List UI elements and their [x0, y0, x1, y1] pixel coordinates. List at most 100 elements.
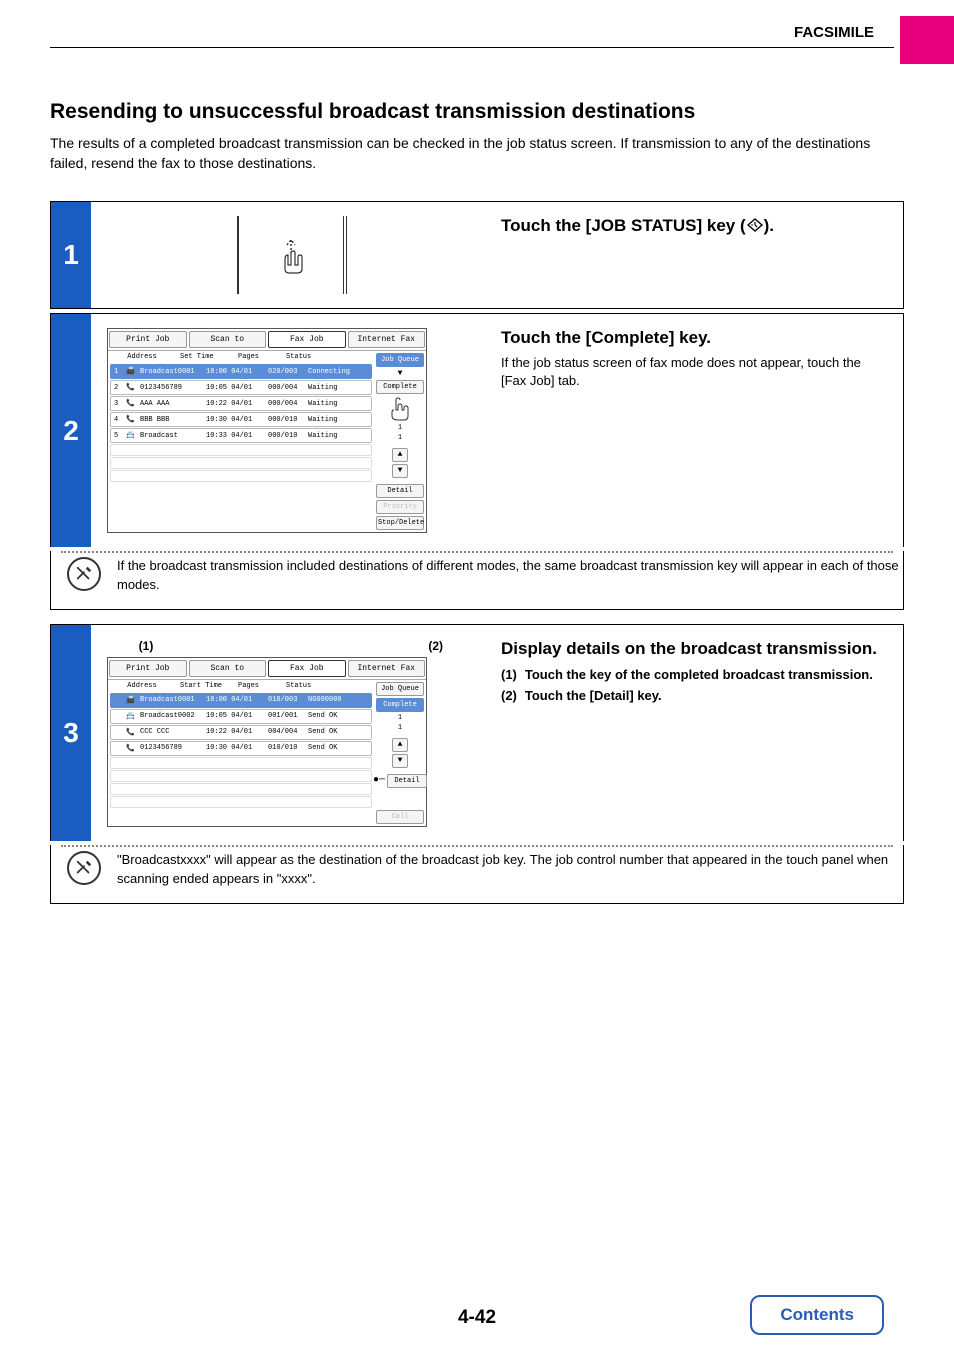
callout-2: (2) — [181, 639, 473, 653]
row-time: 10:22 04/01 — [206, 400, 264, 408]
list-row[interactable]: 3📞AAA AAA10:22 04/01000/004Waiting — [110, 396, 372, 411]
list-headers: Address Start Time Pages Status — [108, 680, 374, 692]
tab-internet-fax[interactable]: Internet Fax — [348, 660, 426, 677]
row-time: 10:22 04/01 — [206, 728, 264, 736]
job-queue-button[interactable]: Job Queue — [376, 682, 424, 696]
hand-cursor-icon — [386, 396, 414, 422]
row-time: 10:05 04/01 — [206, 712, 264, 720]
list-row[interactable]: 📠Broadcast000110:00 04/01010/003NG000000 — [110, 693, 372, 708]
call-button[interactable]: Call — [376, 810, 424, 824]
row-status: Waiting — [308, 384, 368, 392]
complete-button[interactable]: Complete — [376, 380, 424, 394]
row-address: Broadcast0001 — [140, 696, 202, 704]
step-2-number: 2 — [51, 314, 91, 547]
tab-fax-job[interactable]: Fax Job — [268, 331, 346, 348]
detail-button[interactable]: Detail — [376, 484, 424, 498]
pointer-dot-icon: ●─ — [373, 775, 385, 786]
row-status: Connecting — [308, 368, 368, 376]
row-pages: 020/003 — [268, 368, 304, 376]
row-index: 2 — [114, 384, 122, 392]
list-row-empty — [110, 457, 372, 469]
step-3-note-container: "Broadcastxxxx" will appear as the desti… — [50, 845, 904, 904]
row-index: 1 — [114, 368, 122, 376]
row-address: 0123456789 — [140, 384, 202, 392]
row-time: 10:00 04/01 — [206, 696, 264, 704]
row-type-icon: 📞 — [126, 399, 136, 408]
row-index: 3 — [114, 400, 122, 408]
substep-2: (2) Touch the [Detail] key. — [501, 688, 887, 703]
tab-internet-fax[interactable]: Internet Fax — [348, 331, 426, 348]
list-row[interactable]: 5📇Broadcast10:33 04/01000/010Waiting — [110, 428, 372, 443]
row-pages: 000/010 — [268, 416, 304, 424]
row-status: Waiting — [308, 432, 368, 440]
page-index-2: 1 — [398, 724, 402, 732]
scroll-up-button[interactable]: ▲ — [392, 448, 408, 462]
step-1-number: 1 — [51, 202, 91, 308]
priority-button[interactable]: Priority — [376, 500, 424, 514]
contents-button[interactable]: Contents — [750, 1295, 884, 1335]
row-index: 4 — [114, 416, 122, 424]
job-status-screen-complete: Print Job Scan to Fax Job Internet Fax A… — [107, 657, 427, 827]
row-status: Send OK — [308, 728, 368, 736]
list-row-empty — [110, 470, 372, 482]
callout-labels: (1) (2) — [107, 639, 477, 653]
row-type-icon: 📇 — [126, 712, 136, 721]
list-row[interactable]: 📞012345678910:30 04/01010/010Send OK — [110, 741, 372, 756]
note-icon — [67, 851, 101, 885]
step-1-title: Touch the [JOB STATUS] key (). — [501, 216, 887, 236]
tab-scan-to[interactable]: Scan to — [189, 331, 267, 348]
row-address: CCC CCC — [140, 728, 202, 736]
list-row-empty — [110, 783, 372, 795]
job-status-key-icon — [746, 217, 764, 233]
step-3: 3 (1) (2) Print Job Scan to Fax Job Inte… — [50, 624, 904, 841]
substep-1-num: (1) — [501, 667, 517, 682]
step-2-title: Touch the [Complete] key. — [501, 328, 887, 348]
list-row[interactable]: 📞CCC CCC10:22 04/01004/004Send OK — [110, 725, 372, 740]
row-address: AAA AAA — [140, 400, 202, 408]
row-time: 10:00 04/01 — [206, 368, 264, 376]
list-row-empty — [110, 770, 372, 782]
tab-print-job[interactable]: Print Job — [109, 331, 187, 348]
tab-scan-to[interactable]: Scan to — [189, 660, 267, 677]
note-icon — [67, 557, 101, 591]
substep-2-num: (2) — [501, 688, 517, 703]
step-3-title: Display details on the broadcast transmi… — [501, 639, 887, 659]
tab-print-job[interactable]: Print Job — [109, 660, 187, 677]
substep-1: (1) Touch the key of the completed broad… — [501, 667, 887, 682]
list-row[interactable]: 4📞BBB BBB10:30 04/01000/010Waiting — [110, 412, 372, 427]
tab-fax-job[interactable]: Fax Job — [268, 660, 346, 677]
row-type-icon: 📞 — [126, 415, 136, 424]
list-row[interactable]: 1📠Broadcast000110:00 04/01020/003Connect… — [110, 364, 372, 379]
row-type-icon: 📠 — [126, 696, 136, 705]
row-pages: 000/004 — [268, 400, 304, 408]
row-pages: 010/003 — [268, 696, 304, 704]
callout-1: (1) — [111, 639, 181, 653]
scroll-down-button[interactable]: ▼ — [392, 754, 408, 768]
job-status-screen-queue: Print Job Scan to Fax Job Internet Fax A… — [107, 328, 427, 533]
job-queue-button[interactable]: Job Queue — [376, 353, 424, 367]
row-time: 10:30 04/01 — [206, 744, 264, 752]
scroll-down-button[interactable]: ▼ — [392, 464, 408, 478]
down-arrow-icon: ▼ — [398, 369, 403, 378]
page-title: Resending to unsuccessful broadcast tran… — [50, 100, 904, 124]
chapter-label: FACSIMILE — [50, 24, 954, 41]
detail-button[interactable]: Detail — [387, 774, 427, 788]
stop-delete-button[interactable]: Stop/Delete — [376, 516, 424, 530]
hand-press-icon — [271, 235, 311, 275]
step-3-note-text: "Broadcastxxxx" will appear as the desti… — [117, 851, 903, 889]
row-pages: 001/001 — [268, 712, 304, 720]
step-2-note-text: If the broadcast transmission included d… — [117, 557, 903, 595]
step-2: 2 Print Job Scan to Fax Job Internet Fax — [50, 313, 904, 547]
row-status: Send OK — [308, 712, 368, 720]
complete-button[interactable]: Complete — [376, 698, 424, 712]
row-address: Broadcast0002 — [140, 712, 202, 720]
row-time: 10:33 04/01 — [206, 432, 264, 440]
list-row[interactable]: 📇 Broadcast0002 10:05 04/01 001/001 Send OK — [110, 709, 372, 724]
row-pages: 004/004 — [268, 728, 304, 736]
list-row[interactable]: 2📞012345678910:05 04/01000/004Waiting — [110, 380, 372, 395]
row-type-icon: 📞 — [126, 744, 136, 753]
row-index: 5 — [114, 432, 122, 440]
scroll-up-button[interactable]: ▲ — [392, 738, 408, 752]
step-2-note-container: If the broadcast transmission included d… — [50, 551, 904, 610]
row-pages: 000/004 — [268, 384, 304, 392]
